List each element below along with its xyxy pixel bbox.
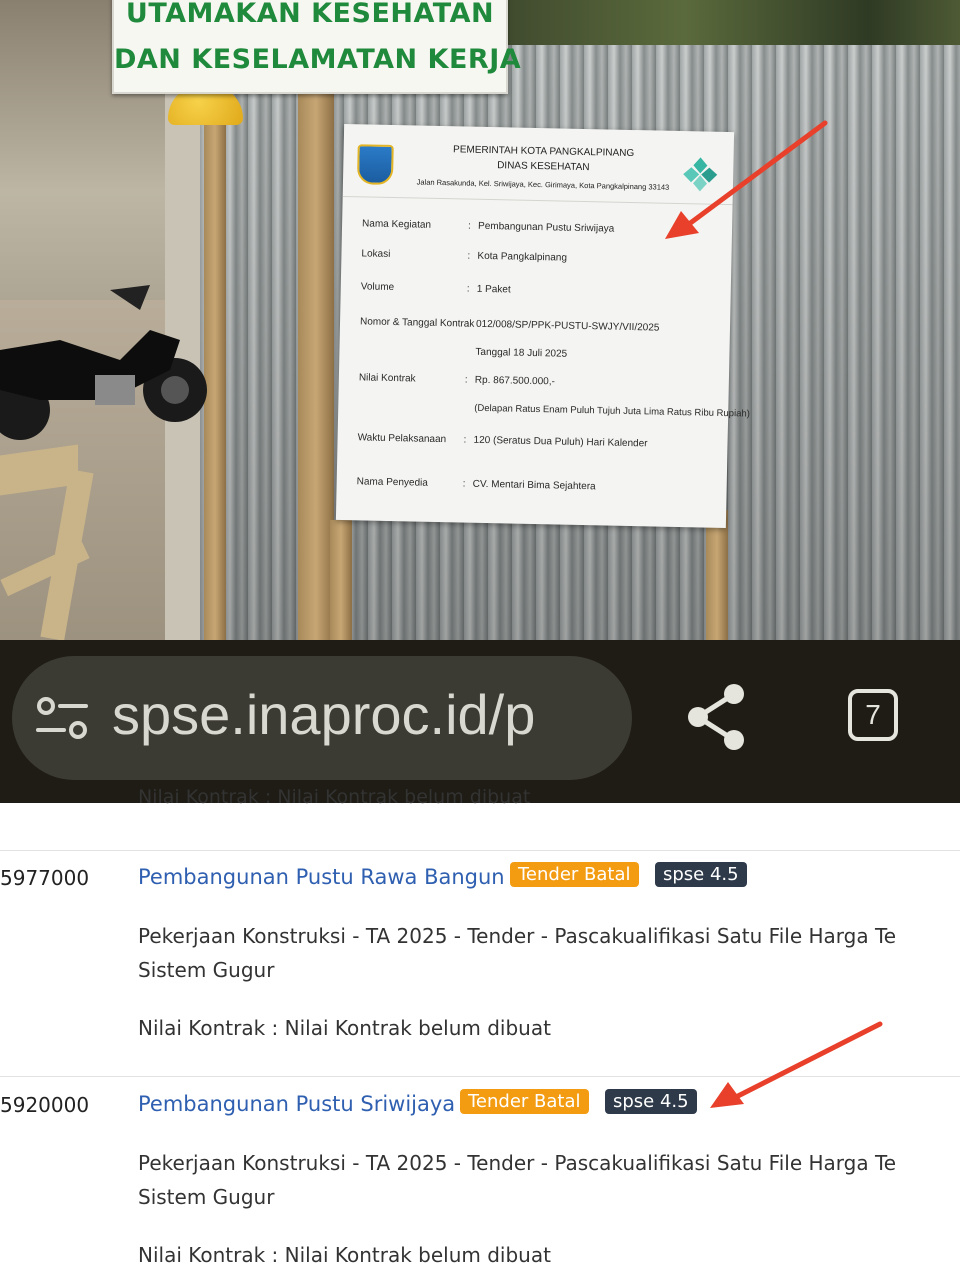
- version-badge: spse 4.5: [655, 862, 747, 887]
- list-item-peek: Nilai Kontrak : Nilai Kontrak belum dibu…: [138, 786, 531, 808]
- banner-row-label: Nomor & Tanggal Kontrak: [359, 316, 475, 330]
- wooden-post: [330, 520, 352, 640]
- divider: [0, 850, 960, 851]
- banner-row-label: Volume: [360, 281, 395, 294]
- banner-row-label: Waktu Pelaksanaan: [357, 432, 447, 446]
- banner-contract-date: Tanggal 18 Juli 2025: [475, 346, 568, 360]
- banner-row-value: Pembangunan Pustu Sriwijaya: [477, 220, 615, 235]
- banner-row-value: CV. Mentari Bima Sejahtera: [472, 478, 596, 493]
- banner-row-label: Nilai Kontrak: [358, 372, 416, 385]
- red-arrow-icon: [665, 120, 828, 239]
- tender-description: Pekerjaan Konstruksi - TA 2025 - Tender …: [138, 1151, 897, 1175]
- banner-row-value: 012/008/SP/PPK-PUSTU-SWJY/VII/2025: [475, 318, 660, 334]
- tender-id: 5920000: [0, 1093, 90, 1117]
- tender-title-link[interactable]: Pembangunan Pustu Rawa Bangun: [138, 865, 505, 889]
- banner-row: Nama Penyedia : CV. Mentari Bima Sejahte…: [356, 476, 596, 493]
- safety-sign-line1: UTAMAKAN KESEHATAN: [125, 0, 495, 29]
- tender-id: 5977000: [0, 866, 90, 890]
- contract-value: Nilai Kontrak : Nilai Kontrak belum dibu…: [138, 1016, 551, 1040]
- banner-row-label: Lokasi: [361, 248, 391, 260]
- share-icon[interactable]: [684, 682, 748, 752]
- tender-description-cont: Sistem Gugur: [138, 1185, 275, 1209]
- banner-row-value: 1 Paket: [476, 283, 511, 296]
- banner-row-value: Rp. 867.500.000,-: [474, 374, 556, 388]
- banner-row: Nomor & Tanggal Kontrak : 012/008/SP/PPK…: [359, 316, 660, 334]
- banner-row: Lokasi : Kota Pangkalpinang: [361, 248, 568, 264]
- site-photo: UTAMAKAN KESEHATAN DAN KESELAMATAN KERJA…: [0, 0, 960, 640]
- url-text[interactable]: spse.inaproc.id/p: [112, 682, 610, 747]
- banner-row: Nilai Kontrak : Rp. 867.500.000,-: [358, 372, 556, 388]
- tender-description-cont: Sistem Gugur: [138, 958, 275, 982]
- banner-row-value: 120 (Seratus Dua Puluh) Hari Kalender: [473, 434, 648, 450]
- status-badge: Tender Batal: [460, 1089, 589, 1114]
- banner-contract-value-words: (Delapan Ratus Enam Puluh Tujuh Juta Lim…: [474, 402, 750, 420]
- banner-row: Waktu Pelaksanaan : 120 (Seratus Dua Pul…: [357, 432, 648, 450]
- banner-row: Volume : 1 Paket: [360, 281, 511, 296]
- status-badge: Tender Batal: [510, 862, 639, 887]
- motorcycle: [0, 285, 207, 440]
- safety-sign: UTAMAKAN KESEHATAN DAN KESELAMATAN KERJA: [112, 0, 522, 94]
- safety-sign-line2: DAN KESELAMATAN KERJA: [114, 44, 522, 75]
- tune-icon[interactable]: [36, 694, 88, 742]
- tender-description: Pekerjaan Konstruksi - TA 2025 - Tender …: [138, 924, 897, 948]
- banner-row-label: Nama Penyedia: [356, 476, 428, 489]
- version-badge: spse 4.5: [605, 1089, 697, 1114]
- banner-row-value: Kota Pangkalpinang: [477, 250, 568, 264]
- contract-value: Nilai Kontrak : Nilai Kontrak belum dibu…: [138, 1243, 551, 1267]
- banner-row-label: Nama Kegiatan: [361, 218, 432, 231]
- tabs-icon[interactable]: 7: [848, 689, 898, 741]
- wooden-post: [706, 510, 728, 640]
- red-arrow-icon: [710, 1021, 883, 1108]
- wooden-post: [298, 80, 334, 640]
- tender-title-link[interactable]: Pembangunan Pustu Sriwijaya: [138, 1092, 455, 1116]
